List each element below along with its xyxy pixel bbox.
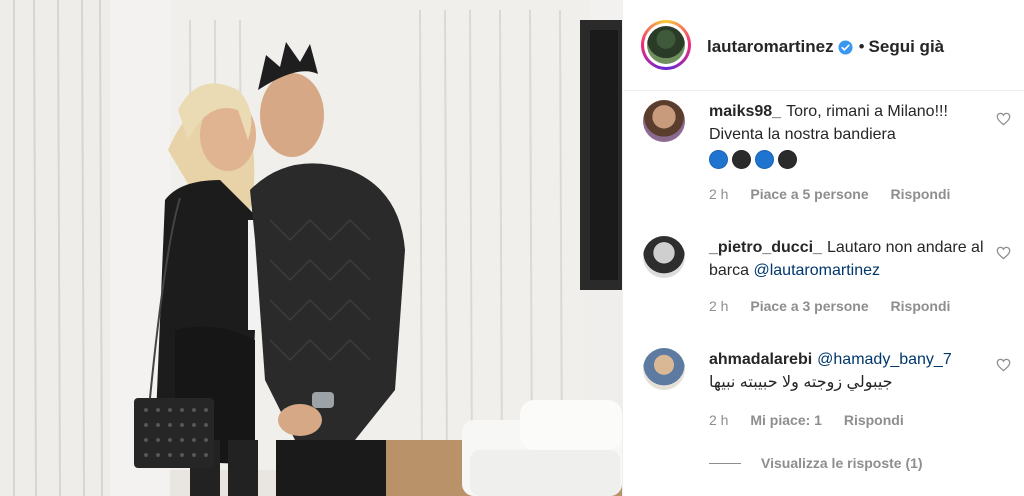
comment-content: جيبولي زوجته ولا حبيبته نبيها <box>709 374 893 391</box>
view-replies-label[interactable]: Visualizza le risposte (1) <box>761 455 923 471</box>
post-header: lautaromartinez • Segui già <box>623 0 1024 91</box>
comment-username[interactable]: ahmadalarebi <box>709 351 812 368</box>
comment-meta: 2 h Piace a 5 persone Rispondi <box>709 186 968 202</box>
comment-avatar[interactable] <box>643 100 685 142</box>
black-circle-icon <box>732 150 751 169</box>
comment-text: _pietro_ducci_ Lautaro non andare al barc… <box>709 236 989 282</box>
comment-username[interactable]: _pietro_ducci_ <box>709 239 822 256</box>
replies-divider <box>709 462 741 464</box>
blue-circle-icon <box>755 150 774 169</box>
header-separator: • <box>858 37 865 56</box>
comment-time: 2 h <box>709 412 729 428</box>
comment-avatar[interactable] <box>643 348 685 390</box>
comment-likes[interactable]: Piace a 3 persone <box>750 298 868 314</box>
heart-icon[interactable] <box>996 358 1011 372</box>
reply-button[interactable]: Rispondi <box>891 298 951 314</box>
comment-time: 2 h <box>709 186 729 202</box>
comment-item: _pietro_ducci_ Lautaro non andare al barc… <box>643 236 1013 326</box>
mention-link[interactable]: @lautaromartinez <box>753 262 880 279</box>
profile-avatar[interactable] <box>641 20 691 70</box>
comment-meta: 2 h Mi piace: 1 Rispondi <box>709 412 922 428</box>
following-button[interactable]: Segui già <box>869 37 945 57</box>
comment-username[interactable]: maiks98_ <box>709 103 781 120</box>
post-photo[interactable] <box>0 0 622 496</box>
comment-likes[interactable]: Piace a 5 persone <box>750 186 868 202</box>
comments-panel: lautaromartinez • Segui già maiks98_ Toro… <box>622 0 1024 496</box>
comment-text: maiks98_ Toro, rimani a Milano!!! Diventa… <box>709 100 989 169</box>
header-username[interactable]: lautaromartinez <box>707 37 834 57</box>
comment-likes[interactable]: Mi piace: 1 <box>750 412 822 428</box>
comment-time: 2 h <box>709 298 729 314</box>
view-replies-button[interactable]: Visualizza le risposte (1) <box>709 455 923 471</box>
reply-button[interactable]: Rispondi <box>891 186 951 202</box>
reply-button[interactable]: Rispondi <box>844 412 904 428</box>
comment-item: maiks98_ Toro, rimani a Milano!!! Diventa… <box>643 100 1013 210</box>
blue-circle-icon <box>709 150 728 169</box>
heart-icon[interactable] <box>996 112 1011 126</box>
black-circle-icon <box>778 150 797 169</box>
comment-text: ahmadalarebi @hamady_bany_7 جيبولي زوجته … <box>709 348 989 394</box>
heart-icon[interactable] <box>996 246 1011 260</box>
post-photo-illustration <box>0 0 622 496</box>
comment-meta: 2 h Piace a 3 persone Rispondi <box>709 298 968 314</box>
emoji-row <box>709 150 989 169</box>
comment-avatar[interactable] <box>643 236 685 278</box>
mention-link[interactable]: @hamady_bany_7 <box>817 351 952 368</box>
verified-badge-icon <box>838 39 853 55</box>
